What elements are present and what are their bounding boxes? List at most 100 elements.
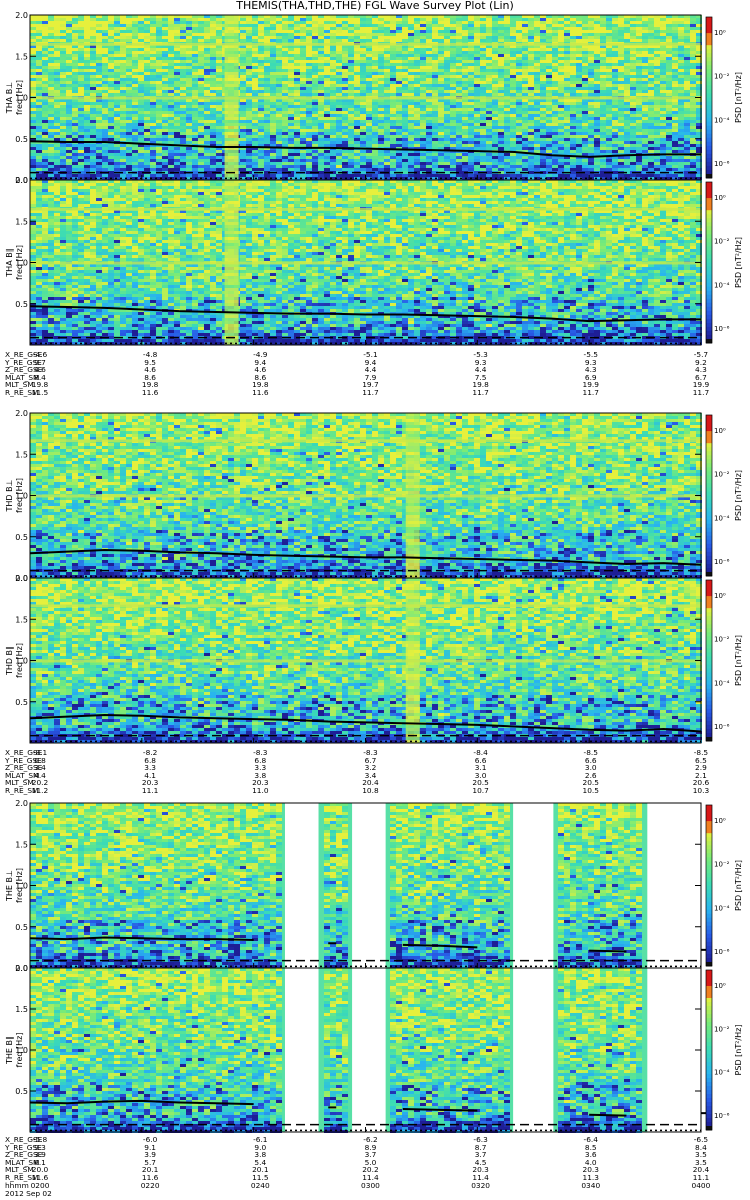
bright-stripe-cell: [405, 512, 420, 515]
colorbar: 10⁰ 10⁻² 10⁻⁴ 10⁻⁶ PSD [nT²/Hz]: [705, 579, 743, 742]
bright-stripe-cell: [405, 686, 420, 689]
bright-stripe-cell: [405, 434, 420, 437]
colorbar-label: PSD [nT²/Hz]: [734, 470, 743, 521]
ephemeris-value: 11.1: [142, 787, 158, 795]
bright-stripe-cell: [405, 629, 420, 632]
bright-stripe-cell: [224, 213, 239, 216]
bright-stripe-cell: [224, 30, 239, 33]
y-axis-label: freq [Hz]: [15, 643, 24, 678]
y-tick-label: 2.0: [15, 409, 28, 418]
bright-stripe-cell: [405, 716, 420, 719]
ephemeris-value: 10.8: [362, 787, 378, 795]
colorbar: 10⁰ 10⁻² 10⁻⁴ 10⁻⁶ PSD [nT²/Hz]: [705, 804, 743, 967]
bright-stripe-cell: [224, 240, 239, 243]
y-tick-label: 2.0: [15, 799, 28, 808]
colorbar-tick-label: 10⁰: [714, 592, 726, 600]
bright-stripe-cell: [405, 479, 420, 482]
bright-stripe-cell: [405, 701, 420, 704]
bright-stripe-cell: [224, 270, 239, 273]
bright-stripe-cell: [224, 195, 239, 198]
ephemeris-value: 0220: [141, 1181, 160, 1190]
bright-stripe-cell: [405, 608, 420, 611]
harmonic-line: [30, 261, 701, 265]
y-tick-label: 1.5: [15, 1005, 28, 1014]
bright-stripe-cell: [405, 725, 420, 728]
colorbar: 10⁰ 10⁻² 10⁻⁴ 10⁻⁶ PSD [nT²/Hz]: [705, 181, 743, 344]
ephemeris-value: 11.6: [252, 389, 268, 397]
harmonic-line: [30, 494, 701, 498]
bright-stripe-cell: [405, 425, 420, 428]
ephemeris-value: 10.5: [583, 787, 599, 795]
bright-stripe-cell: [405, 683, 420, 686]
bright-stripe-cell: [224, 231, 239, 234]
bright-stripe-cell: [405, 590, 420, 593]
bright-stripe-cell: [405, 731, 420, 734]
bright-stripe-cell: [405, 560, 420, 563]
ephemeris-value: 11.0: [252, 787, 268, 795]
spectrogram-panel-tha-0: 0.00.51.01.52.0THA B⊥ freq [Hz]10⁰10⁻²10⁻…: [5, 11, 743, 185]
bright-stripe-cell: [224, 69, 239, 72]
ephemeris-value: 0300: [361, 1181, 380, 1190]
bright-stripe-cell: [405, 710, 420, 713]
date-label: 2012 Sep 02: [5, 1190, 52, 1198]
bright-stripe-cell: [405, 728, 420, 731]
bright-stripe-cell: [224, 105, 239, 108]
bright-stripe-cell: [405, 572, 420, 575]
gyrofrequency-curve: [589, 1113, 627, 1117]
data-gap: [284, 968, 319, 1132]
bright-stripe-cell: [405, 674, 420, 677]
bright-stripe-cell: [405, 704, 420, 707]
bright-stripe-cell: [224, 108, 239, 111]
bright-stripe-cell: [224, 60, 239, 63]
bright-stripe-cell: [224, 258, 239, 261]
y-tick-label: 1.5: [15, 840, 28, 849]
bright-stripe-cell: [405, 650, 420, 653]
spectrogram-panel-the-5: 0.51.01.52.0THE B∥ freq [Hz]10⁰10⁻²10⁻⁴10…: [5, 964, 743, 1133]
y-tick-label: 2.0: [15, 574, 28, 583]
colorbar-tick-label: 10⁻⁶: [714, 558, 730, 566]
bright-stripe-cell: [405, 620, 420, 623]
bright-stripe-cell: [224, 288, 239, 291]
bright-stripe-cell: [405, 587, 420, 590]
bright-stripe-cell: [405, 527, 420, 530]
y-tick-label: 0.5: [15, 135, 28, 144]
colorbar-tick-label: 10⁰: [714, 29, 726, 37]
bright-stripe-cell: [224, 141, 239, 144]
ephemeris-value: 11.2: [32, 787, 48, 795]
bright-stripe-cell: [405, 668, 420, 671]
bright-stripe-cell: [224, 333, 239, 336]
ephemeris-value: 0400: [692, 1181, 711, 1190]
bright-stripe-cell: [405, 698, 420, 701]
bright-stripe-cell: [405, 533, 420, 536]
bright-stripe-cell: [224, 132, 239, 135]
colorbar-label: PSD [nT²/Hz]: [734, 1025, 743, 1076]
bright-stripe-cell: [224, 24, 239, 27]
bright-stripe-cell: [224, 192, 239, 195]
bright-stripe-cell: [405, 518, 420, 521]
bright-stripe-cell: [224, 339, 239, 342]
bright-stripe-cell: [224, 189, 239, 192]
bright-stripe-cell: [405, 632, 420, 635]
bright-stripe-cell: [224, 27, 239, 30]
panel-name-label: THD B∥: [5, 646, 14, 676]
ephemeris-value: 11.7: [472, 389, 488, 397]
bright-stripe-cell: [405, 695, 420, 698]
ephemeris-value: 10.7: [472, 787, 488, 795]
bright-stripe-cell: [405, 446, 420, 449]
harmonic-line: [30, 604, 701, 608]
bright-stripe-cell: [405, 551, 420, 554]
y-tick-label: 0.5: [15, 923, 28, 932]
bright-stripe-cell: [224, 78, 239, 81]
bright-stripe-cell: [224, 243, 239, 246]
data-gap: [513, 803, 554, 968]
colorbar-tick-label: 10⁻⁴: [714, 281, 730, 289]
bright-stripe-cell: [405, 476, 420, 479]
ephemeris-value: 11.7: [583, 389, 599, 397]
harmonic-line: [30, 207, 701, 211]
bright-stripe-cell: [224, 84, 239, 87]
bright-stripe-cell: [405, 452, 420, 455]
bright-stripe-cell: [224, 330, 239, 333]
bright-stripe-cell: [405, 530, 420, 533]
bright-stripe-cell: [224, 216, 239, 219]
y-axis-label: freq [Hz]: [15, 1033, 24, 1068]
